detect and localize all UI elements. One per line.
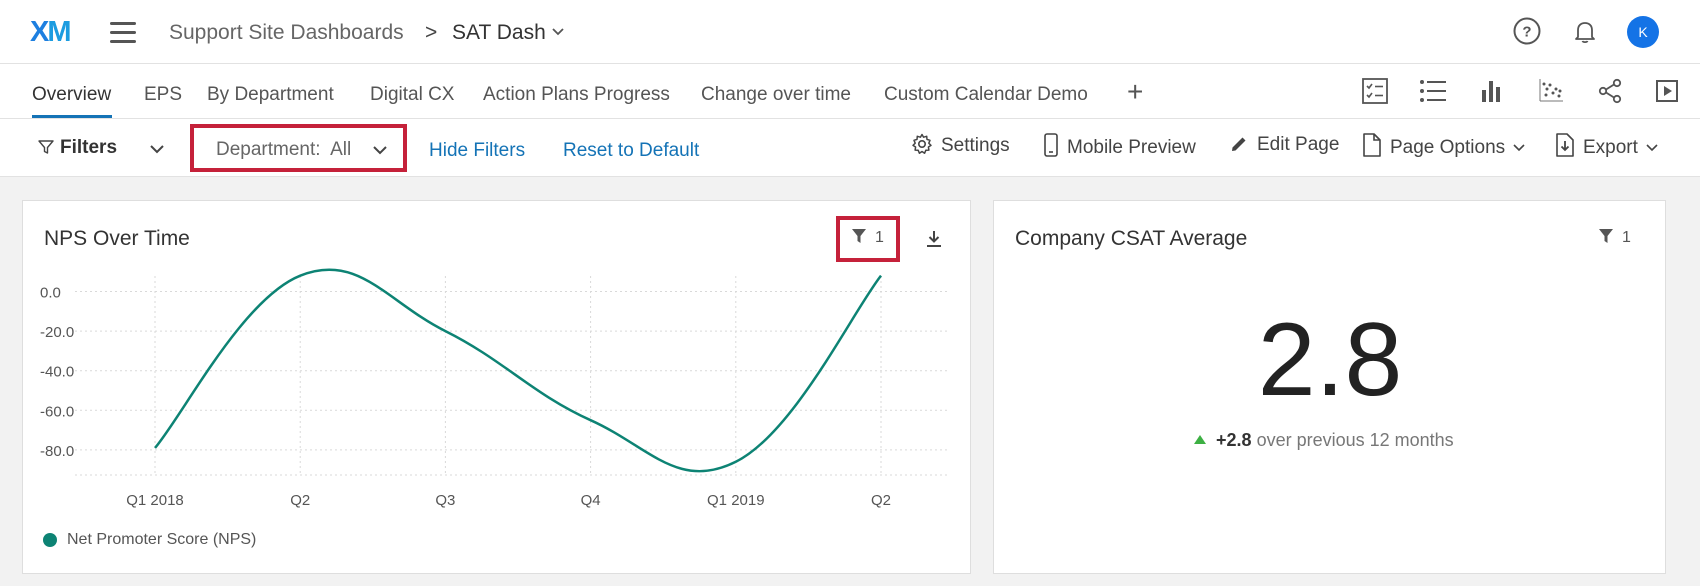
x-tick-label: Q3 [435,492,455,509]
x-tick-label: Q2 [290,492,310,509]
y-tick-label: -80.0 [40,443,74,460]
x-tick-label: Q1 2018 [126,492,184,509]
csat-average-value: 2.8 [1257,302,1403,418]
legend-label: Net Promoter Score (NPS) [67,531,257,548]
x-tick-label: Q1 2019 [707,492,765,509]
nps-series-line [154,268,882,473]
y-tick-label: -20.0 [40,324,74,341]
csat-widget-filter-badge[interactable]: 1 [1598,228,1631,248]
csat-widget-title: Company CSAT Average [1015,227,1248,250]
x-tick-label: Q4 [581,492,601,509]
csat-delta-value: +2.8 [1216,430,1252,450]
x-tick-label: Q2 [871,492,891,509]
legend-swatch [43,533,57,547]
y-tick-label: -60.0 [40,403,74,420]
up-arrow-icon [1194,435,1206,444]
csat-delta-text: over previous 12 months [1256,430,1454,450]
y-tick-label: 0.0 [40,285,61,302]
y-tick-label: -40.0 [40,364,74,381]
csat-delta: +2.8 over previous 12 months [1194,429,1454,451]
filter-icon [1599,229,1613,243]
